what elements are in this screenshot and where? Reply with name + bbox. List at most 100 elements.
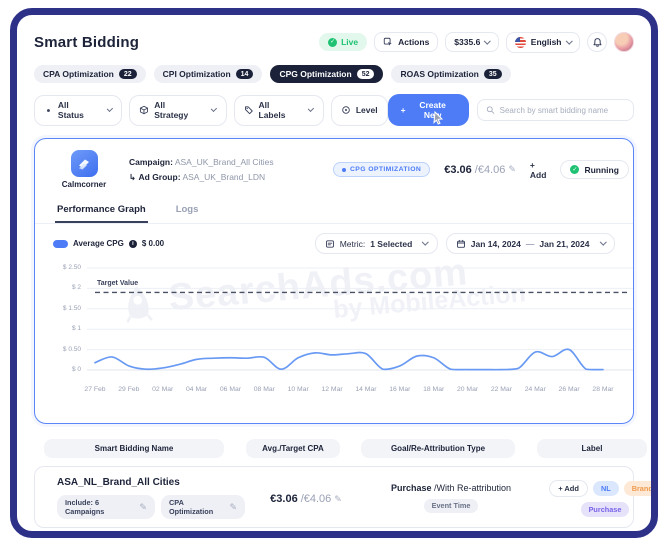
tab-cpa-optimization[interactable]: CPA Optimization 22	[34, 65, 146, 83]
chevron-down-icon	[484, 37, 491, 44]
tab-logs[interactable]: Logs	[174, 197, 201, 223]
strategy-filter-dropdown[interactable]: All Strategy	[129, 94, 227, 126]
x-tick-label: 28 Mar	[592, 386, 614, 393]
calendar-icon	[456, 239, 465, 248]
app-icon	[70, 150, 98, 177]
optimization-type-badge: CPG OPTIMIZATION	[333, 162, 431, 177]
x-tick-label: 18 Mar	[423, 386, 445, 393]
ad-group-label: Ad Group:	[138, 171, 181, 182]
labels-cell: + Add NL Brand Purchase	[545, 479, 651, 517]
smart-bidding-card: Calmcorner Campaign: ASA_UK_Brand_All Ci…	[34, 138, 634, 424]
tab-count-badge: 14	[235, 69, 254, 79]
user-avatar[interactable]	[614, 32, 634, 52]
series-line-average-cpg	[94, 348, 604, 371]
goal-suffix: /With Re-attribution	[434, 482, 512, 493]
date-start: Jan 14, 2024	[470, 238, 521, 249]
search-field	[476, 99, 634, 121]
app-name: Calmcorner	[61, 180, 107, 189]
legend-swatch	[53, 239, 68, 248]
graph-tabs: Performance Graph Logs	[35, 197, 633, 224]
create-new-button[interactable]: + Create New	[387, 94, 469, 126]
x-axis: 27 Feb 29 Feb 02 Mar 04 Mar 06 Mar 08 Mar 10 M…	[84, 386, 633, 400]
sub-arrow-icon: ↳	[129, 171, 137, 182]
header: Smart Bidding ✓ Live Actions $335.6 Engl…	[34, 29, 634, 55]
status-dropdown[interactable]: ✓ Running	[560, 160, 629, 179]
avg-value: €3.06	[444, 163, 472, 176]
page-title: Smart Bidding	[34, 33, 140, 51]
event-time-chip: Event Time	[423, 498, 479, 513]
label-tag-purchase[interactable]: Purchase	[580, 501, 630, 517]
label-tag-brand[interactable]: Brand	[623, 480, 651, 496]
legend-label: Average CPG	[73, 239, 124, 248]
level-filter[interactable]: Level	[330, 94, 388, 126]
actions-label: Actions	[398, 37, 430, 47]
x-tick-label: 08 Mar	[253, 386, 275, 393]
col-header-label: Label	[536, 439, 648, 458]
tab-roas-optimization[interactable]: ROAS Optimization 35	[391, 65, 511, 83]
graph-controls: Average CPG i $ 0.00 Metric: 1 Selected	[35, 224, 633, 256]
col-header-avg-target-cpa: Avg./Target CPA	[246, 439, 340, 458]
metric-selector-dropdown[interactable]: Metric: 1 Selected	[314, 233, 438, 254]
row-avg-value: €3.06	[270, 493, 298, 505]
x-tick-label: 22 Mar	[490, 386, 512, 393]
legend-value: $ 0.00	[141, 239, 165, 248]
info-icon: i	[128, 239, 137, 248]
bell-icon	[593, 37, 601, 47]
labels-filter-label: All Labels	[258, 100, 286, 120]
target-value: /€4.06	[474, 163, 506, 176]
tab-cpi-optimization[interactable]: CPI Optimization 14	[153, 65, 263, 83]
chevron-down-icon	[422, 238, 429, 246]
balance-value: $335.6	[454, 37, 481, 47]
balance-dropdown[interactable]: $335.6	[445, 32, 499, 52]
check-circle-icon: ✓	[570, 165, 580, 174]
x-tick-label: 27 Feb	[84, 386, 106, 393]
tab-performance-graph[interactable]: Performance Graph	[55, 197, 148, 223]
goal-value: Purchase	[390, 482, 432, 493]
status-filter-dropdown[interactable]: All Status	[34, 94, 123, 126]
optimization-tabs: CPA Optimization 22 CPI Optimization 14 …	[34, 65, 634, 83]
add-label-button[interactable]: + Add	[530, 160, 547, 180]
tab-label: ROAS Optimization	[400, 69, 479, 79]
us-flag-icon	[514, 36, 526, 48]
x-tick-label: 24 Mar	[524, 386, 546, 393]
ad-group-value: ASA_UK_Brand_LDN	[182, 171, 266, 182]
chart-legend: Average CPG i $ 0.00	[53, 239, 164, 248]
y-tick-label: $ 1	[71, 325, 81, 333]
date-range-picker[interactable]: Jan 14, 2024 — Jan 21, 2024	[445, 233, 615, 254]
language-label: English	[530, 37, 562, 47]
performance-chart: $ 2.50 $ 2 $ 1.50 $ 1 $ 0.50 $ 0 SearchAds.co…	[49, 251, 633, 414]
strategy-filter-label: All Strategy	[154, 100, 189, 120]
app-window: Smart Bidding ✓ Live Actions $335.6 Engl…	[10, 8, 658, 538]
y-tick-label: $ 0.50	[62, 345, 81, 353]
edit-icon[interactable]: ✎	[334, 494, 342, 505]
optimization-chip-label: CPA Optimization	[168, 498, 214, 516]
smart-bidding-table: Smart Bidding Name Avg./Target CPA Goal/…	[34, 439, 651, 528]
x-tick-label: 20 Mar	[456, 386, 479, 393]
include-campaigns-chip[interactable]: Include: 6 Campaigns ✎	[57, 495, 155, 519]
tab-cpg-optimization[interactable]: CPG Optimization 52	[270, 65, 384, 83]
labels-filter-dropdown[interactable]: All Labels	[233, 94, 324, 126]
add-label-button[interactable]: + Add	[549, 479, 588, 497]
chevron-down-icon	[308, 105, 315, 112]
edit-icon: ✎	[139, 501, 147, 512]
tab-count-badge: 35	[483, 69, 502, 79]
x-tick-label: 29 Feb	[118, 386, 140, 393]
language-dropdown[interactable]: English	[505, 31, 580, 53]
edit-icon[interactable]: ✎	[508, 164, 516, 175]
chevron-down-icon	[106, 105, 114, 112]
notifications-button[interactable]	[587, 32, 607, 52]
y-tick-label: $ 1.50	[62, 304, 81, 312]
optimization-chip[interactable]: CPA Optimization ✎	[160, 495, 245, 519]
tab-label: CPA Optimization	[43, 69, 114, 79]
actions-button[interactable]: Actions	[374, 32, 439, 52]
metric-value: 1 Selected	[370, 238, 413, 249]
calmcorner-logo-icon	[79, 159, 89, 170]
edit-icon: ✎	[229, 501, 237, 512]
x-tick-label: 04 Mar	[186, 386, 208, 393]
search-input[interactable]	[499, 105, 625, 115]
x-tick-label: 14 Mar	[355, 386, 377, 393]
label-tag-nl[interactable]: NL	[592, 480, 619, 496]
x-tick-label: 12 Mar	[321, 386, 343, 393]
col-header-name: Smart Bidding Name	[43, 439, 225, 458]
optimization-badge-label: CPG OPTIMIZATION	[350, 166, 422, 173]
